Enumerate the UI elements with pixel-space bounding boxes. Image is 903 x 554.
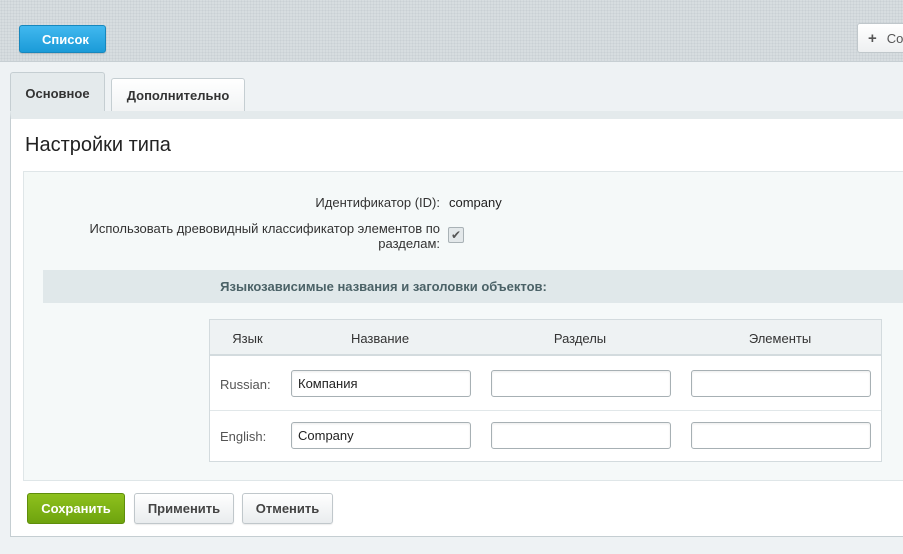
top-toolbar: Список + Со — [0, 0, 903, 62]
settings-form: Идентификатор (ID): company Использовать… — [23, 171, 903, 481]
header-elements: Элементы — [748, 331, 812, 346]
create-button-label: Со — [886, 30, 903, 46]
tab-main-label: Основное — [25, 85, 90, 101]
id-label: Идентификатор (ID): — [315, 195, 440, 210]
plus-icon: + — [868, 29, 877, 47]
apply-button[interactable]: Применить — [134, 493, 234, 524]
russian-sections-input[interactable] — [491, 370, 671, 397]
tab-additional-label: Дополнительно — [126, 88, 230, 103]
tree-classifier-label: Использовать древовидный классификатор э… — [24, 221, 440, 251]
id-value: company — [449, 195, 502, 210]
tree-label-line-2: разделам: — [378, 236, 440, 251]
settings-panel: Настройки типа Идентификатор (ID): compa… — [10, 111, 903, 537]
list-back-button[interactable]: Список — [8, 25, 106, 53]
section-header: Языкозависимые названия и заголовки объе… — [43, 270, 903, 303]
header-language: Язык — [232, 331, 263, 346]
header-sections: Разделы — [553, 331, 607, 346]
table-header-row: Язык Название Разделы Элементы — [210, 320, 881, 356]
russian-name-input[interactable] — [291, 370, 471, 397]
tree-label-line-1: Использовать древовидный классификатор э… — [89, 221, 440, 236]
list-button-label: Список — [42, 31, 89, 47]
cancel-button[interactable]: Отменить — [242, 493, 333, 524]
english-elements-input[interactable] — [691, 422, 871, 449]
row-divider — [210, 410, 881, 411]
language-table: Язык Название Разделы Элементы Russian: … — [209, 319, 882, 462]
tree-classifier-checkbox[interactable]: ✔ — [448, 227, 464, 243]
checkmark-icon: ✔ — [450, 228, 462, 242]
row-english-language: English: — [220, 429, 267, 444]
page-title: Настройки типа — [25, 134, 171, 156]
russian-elements-input[interactable] — [691, 370, 871, 397]
row-russian-language: Russian: — [220, 377, 271, 392]
english-name-input[interactable] — [291, 422, 471, 449]
english-sections-input[interactable] — [491, 422, 671, 449]
save-button[interactable]: Сохранить — [27, 493, 125, 524]
header-name: Название — [350, 331, 410, 346]
create-button[interactable]: + Со — [857, 23, 903, 53]
tab-additional[interactable]: Дополнительно — [111, 78, 245, 112]
tab-main[interactable]: Основное — [10, 72, 105, 113]
back-arrow-icon — [8, 26, 34, 52]
